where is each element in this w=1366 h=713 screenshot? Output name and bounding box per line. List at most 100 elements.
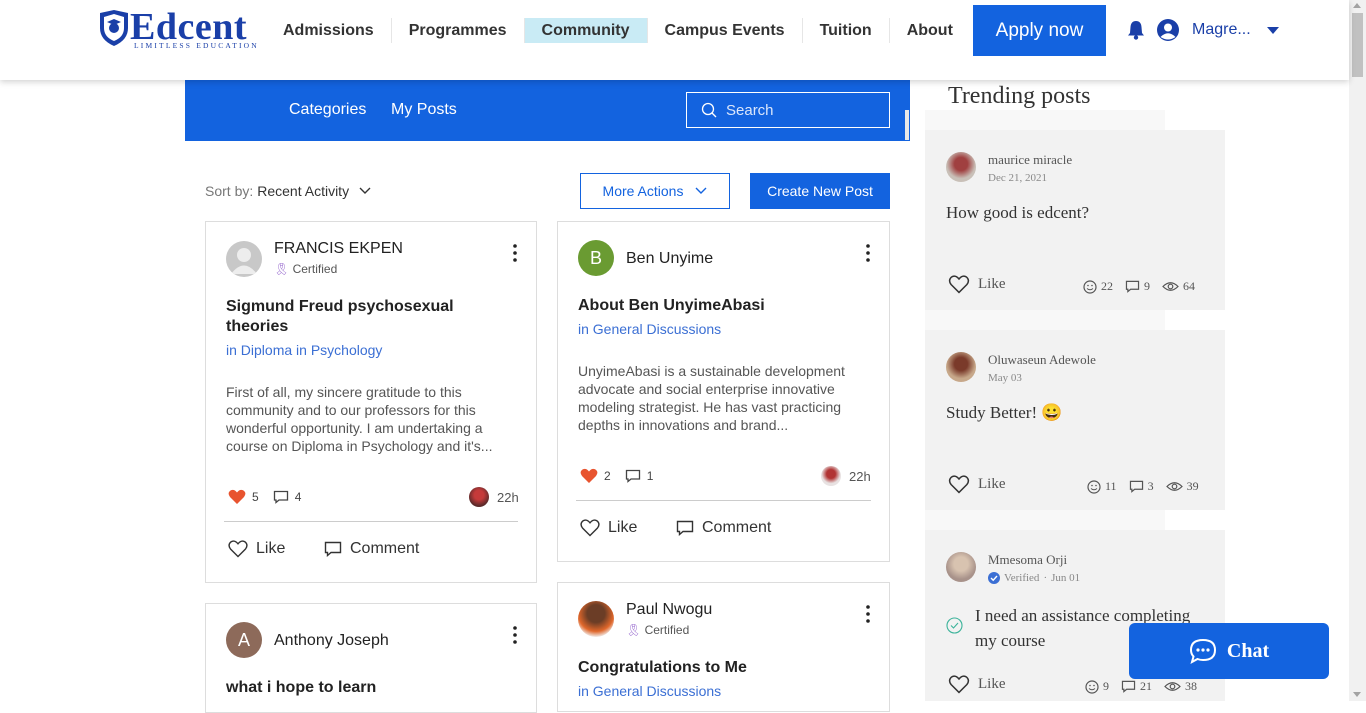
trending-title[interactable]: How good is edcent? (946, 203, 1089, 223)
divider (576, 500, 871, 501)
verified-label: Verified (1004, 572, 1040, 584)
trend-card-strip (925, 310, 1165, 330)
post-card[interactable]: FRANCIS EKPEN 🎗 Certified Sigmund Freud … (205, 221, 537, 583)
comment-icon[interactable] (273, 490, 289, 504)
search-box[interactable] (686, 92, 890, 128)
chevron-down-icon[interactable] (359, 187, 371, 195)
trending-posts-heading: Trending posts (948, 83, 1091, 109)
post-title-line: theories (226, 318, 289, 335)
scroll-down-arrow-icon[interactable] (1353, 692, 1361, 697)
reaction-count: 9 (1103, 679, 1109, 693)
scroll-up-arrow-icon[interactable] (1353, 3, 1361, 8)
nav-programmes[interactable]: Programmes (392, 18, 525, 43)
comment-icon (1129, 480, 1143, 493)
badge-label: Certified (292, 262, 338, 276)
post-category[interactable]: in General Discussions (578, 683, 721, 699)
post-card[interactable]: B Ben Unyime About Ben UnyimeAbasi in Ge… (557, 221, 890, 562)
view-stat: 39 (1165, 479, 1199, 494)
divider (224, 521, 518, 522)
certified-badge: 🎗 Certified (626, 623, 689, 637)
more-actions-button[interactable]: More Actions (580, 173, 730, 209)
like-label: Like (978, 476, 1006, 492)
post-category[interactable]: in Diploma in Psychology (226, 342, 382, 358)
reaction-stat: 22 (1083, 279, 1113, 294)
like-button[interactable]: Like (948, 275, 1006, 294)
top-navbar: Edcent LIMITLESS EDUCATION Admissions Pr… (0, 0, 1349, 80)
scrollbar-thumb[interactable] (1352, 13, 1363, 77)
post-title[interactable]: Congratulations to Me (578, 658, 868, 678)
post-category[interactable]: in General Discussions (578, 321, 721, 337)
post-time: 22h (821, 466, 871, 486)
trending-stats: 11 3 39 (1075, 479, 1199, 494)
trending-title[interactable]: Study Better! 😀 (946, 403, 1063, 423)
nav-tuition[interactable]: Tuition (803, 18, 890, 43)
forum-header: Categories My Posts (185, 80, 910, 141)
bell-icon[interactable] (1127, 20, 1145, 40)
my-posts-link[interactable]: My Posts (391, 101, 457, 119)
meta-separator: · (1043, 572, 1048, 584)
post-card[interactable]: Paul Nwogu 🎗 Certified Congratulations t… (557, 582, 890, 712)
nav-campus-events[interactable]: Campus Events (648, 18, 803, 43)
ribbon-icon: 🎗 (274, 262, 290, 276)
like-count: 2 (604, 469, 611, 483)
more-options-icon[interactable] (513, 244, 517, 262)
more-options-icon[interactable] (513, 626, 517, 644)
heart-filled-icon[interactable] (228, 489, 246, 505)
like-button[interactable]: Like (948, 675, 1006, 694)
apply-now-button[interactable]: Apply now (973, 5, 1106, 56)
trending-post-card[interactable]: Oluwaseun Adewole May 03 Study Better! 😀… (925, 330, 1225, 510)
post-author[interactable]: FRANCIS EKPEN (274, 240, 403, 258)
avatar (226, 241, 262, 277)
post-author[interactable]: Ben Unyime (626, 250, 713, 268)
nav-admissions[interactable]: Admissions (266, 18, 392, 43)
like-label: Like (978, 676, 1006, 692)
avatar-letter: B (589, 247, 602, 268)
avatar (946, 352, 976, 382)
post-excerpt: First of all, my sincere gratitude to th… (226, 384, 493, 454)
more-options-icon[interactable] (866, 605, 870, 623)
chat-button[interactable]: Chat (1129, 623, 1329, 679)
trending-author[interactable]: maurice miracle (988, 152, 1072, 168)
sort-value[interactable]: Recent Activity (257, 183, 349, 199)
comment-stat: 3 (1129, 479, 1154, 494)
like-button[interactable]: Like (228, 540, 285, 558)
chevron-down-icon[interactable] (1267, 27, 1279, 34)
view-count: 64 (1183, 279, 1195, 293)
user-name[interactable]: Magre... (1192, 21, 1251, 39)
trending-author[interactable]: Mmesoma Orji (988, 552, 1067, 568)
comment-icon[interactable] (625, 469, 641, 483)
default-user-icon (231, 248, 257, 274)
more-options-icon[interactable] (866, 244, 870, 262)
trending-post-card[interactable]: maurice miracle Dec 21, 2021 How good is… (925, 130, 1225, 310)
reaction-stat: 11 (1087, 479, 1117, 494)
post-title-line: what i hope to learn (226, 679, 377, 696)
nav-about[interactable]: About (890, 18, 970, 43)
post-title-line: Congratulations to Me (578, 659, 747, 676)
post-title[interactable]: About Ben UnyimeAbasi (578, 296, 868, 316)
post-excerpt: UnyimeAbasi is a sustainable development… (578, 363, 845, 433)
comment-button[interactable]: Comment (676, 519, 771, 537)
categories-link[interactable]: Categories (289, 101, 366, 119)
page-scrollbar[interactable] (1349, 0, 1366, 701)
trending-stats: 9 21 38 (1073, 679, 1197, 694)
ribbon-icon: 🎗 (626, 623, 642, 637)
nav-community[interactable]: Community (524, 18, 648, 43)
post-title[interactable]: what i hope to learn (226, 678, 516, 698)
comment-button[interactable]: Comment (324, 540, 419, 558)
post-author[interactable]: Paul Nwogu (626, 601, 712, 619)
heart-filled-icon[interactable] (580, 468, 598, 484)
avatar-letter: A (237, 629, 250, 650)
post-author[interactable]: Anthony Joseph (274, 632, 389, 650)
post-title[interactable]: Sigmund Freud psychosexual theories (226, 297, 516, 337)
edcent-logo[interactable]: Edcent LIMITLESS EDUCATION (98, 8, 257, 50)
post-card[interactable]: A Anthony Joseph what i hope to learn (205, 603, 537, 713)
trending-date: Jun 01 (1051, 572, 1081, 584)
sort-control[interactable]: Sort by: Recent Activity (205, 183, 371, 199)
trending-author[interactable]: Oluwaseun Adewole (988, 352, 1096, 368)
create-new-post-button[interactable]: Create New Post (750, 173, 890, 209)
like-button[interactable]: Like (580, 519, 637, 537)
reaction-count: 11 (1105, 479, 1117, 493)
like-button[interactable]: Like (948, 475, 1006, 494)
search-input[interactable] (726, 101, 876, 119)
user-avatar-icon[interactable] (1157, 19, 1179, 41)
